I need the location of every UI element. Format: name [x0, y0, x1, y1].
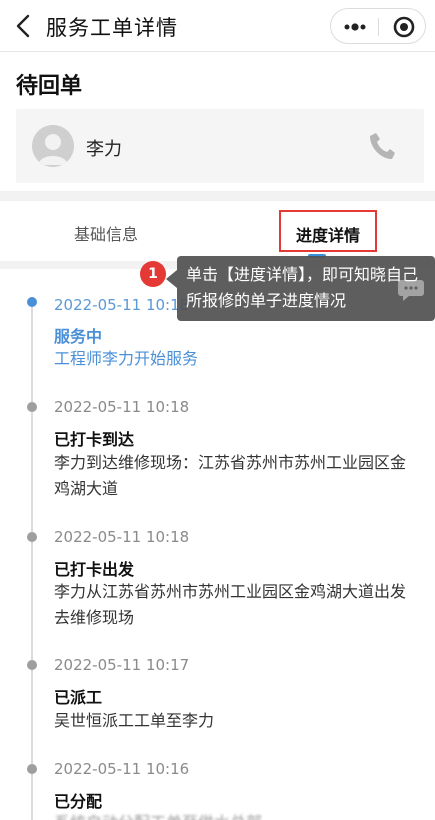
timeline-status: 服务中: [54, 327, 103, 346]
tooltip-arrow: [166, 270, 177, 288]
phone-icon[interactable]: [368, 131, 396, 161]
tooltip-text: 单击【进度详情】，即可知晓自己所报修的单子进度情况: [186, 265, 419, 310]
timeline-desc: 李力从江苏省苏州市苏州工业园区金鸡湖大道出发去维修现场: [54, 582, 407, 627]
chevron-left-icon[interactable]: [14, 14, 34, 38]
miniapp-capsule: [330, 8, 426, 44]
tab-progress-detail[interactable]: 进度详情: [296, 222, 360, 246]
capsule-divider: [378, 18, 379, 36]
timeline-dot: [27, 297, 37, 307]
timeline-time: 2022-05-11 10:18: [54, 398, 190, 416]
timeline-desc: 李力到达维修现场：江苏省苏州市苏州工业园区金鸡湖大道: [54, 453, 407, 498]
engineer-name: 李力: [86, 139, 122, 160]
timeline-desc: 工程师李力开始服务: [54, 349, 199, 368]
timeline-desc: 系统自动分配工单至供水总部: [54, 810, 414, 820]
engineer-contact-card: 李力: [16, 109, 424, 183]
target-icon[interactable]: [393, 16, 415, 38]
timeline-status: 已打卡到达: [54, 430, 135, 449]
section-divider: [0, 191, 435, 201]
nav-header: 服务工单详情: [0, 0, 435, 52]
detail-tabs: 基础信息 进度详情: [0, 201, 435, 261]
timeline-desc: 吴世恒派工工单至李力: [54, 711, 215, 730]
more-dots-icon[interactable]: [341, 17, 369, 37]
timeline-time: 2022-05-11 10:18: [54, 528, 190, 546]
timeline-time: 2022-05-11 10:16: [54, 760, 190, 778]
timeline-time: 2022-05-11 10:18: [54, 296, 190, 314]
timeline-dot: [27, 764, 37, 774]
timeline-dot: [27, 402, 37, 412]
timeline-status: 已分配: [54, 792, 103, 811]
timeline-time: 2022-05-11 10:17: [54, 656, 190, 674]
timeline-status: 已打卡出发: [54, 560, 135, 579]
order-status-title: 待回单: [16, 74, 83, 99]
avatar-icon: [32, 125, 74, 167]
guide-tooltip: 单击【进度详情】，即可知晓自己所报修的单子进度情况: [177, 256, 435, 321]
tab-basic-info[interactable]: 基础信息: [74, 221, 138, 245]
timeline-status: 已派工: [54, 688, 103, 707]
timeline-dot: [27, 532, 37, 542]
page-title: 服务工单详情: [46, 16, 178, 40]
service-order-detail-page: 服务工单详情 待回单 李力 基础信息 进度详情 2022-05-11 10:18…: [0, 0, 435, 820]
timeline-dot: [27, 660, 37, 670]
step-number-badge: 1: [140, 261, 166, 287]
timeline-line: [31, 300, 33, 820]
